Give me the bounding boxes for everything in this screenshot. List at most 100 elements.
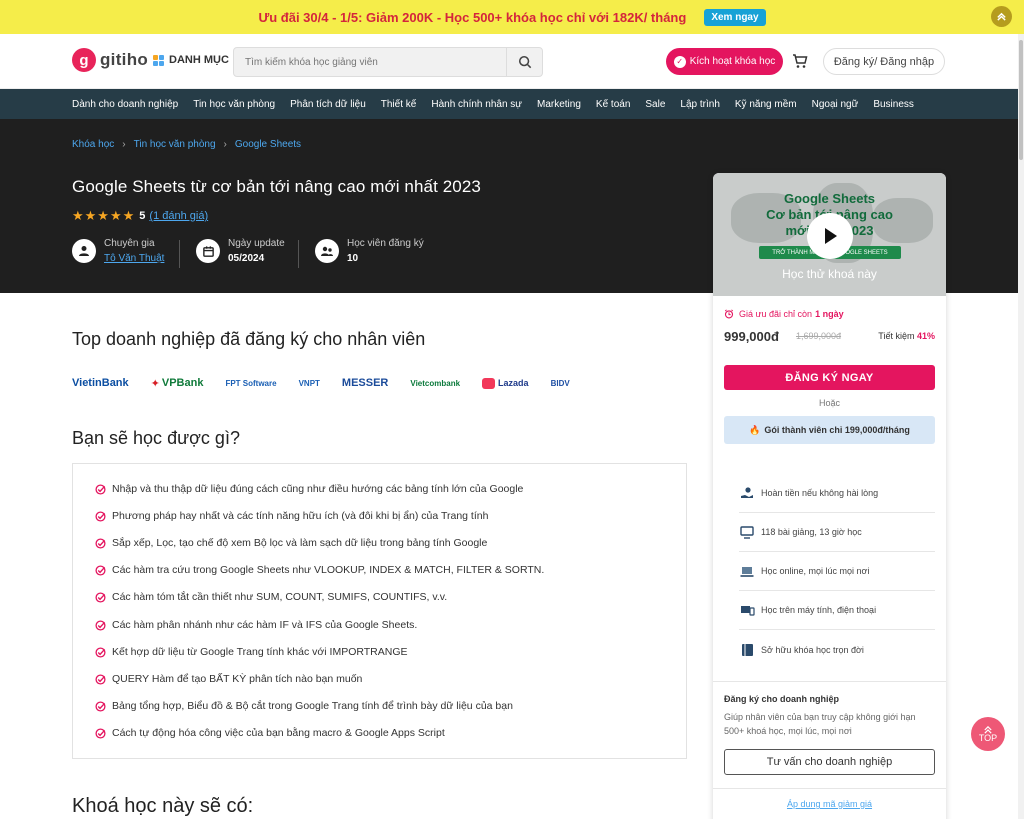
main-nav: Dành cho doanh nghiệp Tin học văn phòng … — [0, 89, 1024, 119]
nav-item-programming[interactable]: Lập trình — [680, 99, 719, 110]
search-box — [233, 47, 543, 77]
students-value: 10 — [347, 253, 359, 264]
nav-item-design[interactable]: Thiết kế — [381, 99, 417, 110]
business-title: Đăng ký cho doanh nghiệp — [724, 694, 840, 704]
rating-value: 5 — [139, 210, 146, 222]
list-item: Sắp xếp, Lọc, tạo chế độ xem Bộ lọc và l… — [95, 537, 487, 549]
logo-lazada-text: Lazada — [498, 378, 529, 388]
students-label: Học viên đăng ký — [347, 238, 424, 249]
benefit-online: Học online, mọi lúc mọi nơi — [739, 552, 935, 591]
category-menu[interactable]: DANH MỤC — [153, 54, 229, 66]
list-item: Kết hợp dữ liệu từ Google Trang tính khá… — [95, 646, 408, 658]
chevron-up-icon[interactable] — [991, 6, 1012, 27]
laptop-icon — [739, 565, 755, 578]
membership-button[interactable]: 🔥 Gói thành viên chỉ 199,000đ/tháng — [724, 416, 935, 444]
nav-item-softskills[interactable]: Kỹ năng mềm — [735, 99, 797, 110]
meta-students: Học viên đăng ký 10 — [315, 238, 424, 264]
benefit-refund: Hoàn tiền nếu không hài lòng — [739, 474, 935, 513]
apply-coupon-link[interactable]: Áp dụng mã giảm giá — [713, 799, 946, 809]
logo-vietinbank: VietinBank — [72, 377, 129, 389]
nav-item-languages[interactable]: Ngoại ngữ — [812, 99, 859, 110]
current-price: 999,000đ — [724, 329, 779, 344]
breadcrumb-sheets[interactable]: Google Sheets — [235, 139, 301, 150]
learn-item-text: Sắp xếp, Lọc, tạo chế độ xem Bộ lọc và l… — [112, 537, 488, 549]
alarm-icon — [724, 309, 734, 319]
deal-text: Giá ưu đãi chỉ còn — [739, 309, 813, 319]
lazada-heart-icon — [482, 377, 496, 389]
preview-title-1: Google Sheets — [783, 191, 876, 206]
list-item: QUERY Hàm để tạo BẤT KỲ phân tích nào bạ… — [95, 673, 362, 685]
logo-icon: g — [72, 48, 96, 72]
search-icon[interactable] — [506, 48, 542, 76]
benefit-lifetime: Sở hữu khóa học trọn đời — [739, 630, 935, 669]
nav-item-accounting[interactable]: Kế toán — [596, 99, 630, 110]
learn-item-text: Cách tự động hóa công việc của bạn bằng … — [112, 727, 445, 739]
logo-lazada: Lazada — [482, 377, 529, 389]
breadcrumb: Khóa học › Tin học văn phòng › Google Sh… — [72, 139, 301, 150]
check-circle-icon — [95, 673, 106, 685]
learn-item-text: Kết hợp dữ liệu từ Google Trang tính khá… — [112, 646, 408, 658]
scroll-top-button[interactable]: TOP — [971, 717, 1005, 751]
grid-icon — [153, 54, 164, 66]
nav-item-office[interactable]: Tin học văn phòng — [193, 99, 275, 110]
learn-item-text: Các hàm tra cứu trong Google Sheets như … — [112, 564, 545, 576]
check-circle-icon — [95, 727, 106, 739]
promo-text: Ưu đãi 30/4 - 1/5: Giảm 200K - Học 500+ … — [258, 9, 687, 25]
breadcrumb-office[interactable]: Tin học văn phòng — [134, 139, 216, 150]
update-label: Ngày update — [228, 238, 285, 249]
meta-divider — [179, 240, 180, 268]
students-icon — [315, 239, 339, 263]
deal-countdown: Giá ưu đãi chỉ còn 1 ngày — [724, 309, 844, 319]
logo-vpbank: ✦ VPBank — [151, 377, 204, 390]
calendar-icon — [196, 239, 220, 263]
scrollbar-thumb[interactable] — [1019, 40, 1023, 160]
list-item: Cách tự động hóa công việc của bạn bằng … — [95, 727, 445, 739]
expert-name-link[interactable]: Tô Văn Thuật — [104, 253, 164, 264]
play-icon[interactable] — [807, 213, 853, 259]
list-item: Nhập và thu thập dữ liệu đúng cách cũng … — [95, 483, 523, 495]
site-header: g gitiho DANH MỤC ✓ Kích hoạt khóa học Đ… — [0, 34, 1024, 89]
purchase-card: Google Sheets Cơ bản tới nâng cao mới nh… — [713, 173, 946, 819]
site-logo[interactable]: g gitiho — [72, 48, 148, 72]
breadcrumb-courses[interactable]: Khóa học — [72, 139, 114, 150]
fire-icon: 🔥 — [749, 424, 761, 435]
activate-label: Kích hoạt khóa học — [689, 56, 776, 67]
includes-heading: Khoá học này sẽ có: — [72, 795, 254, 817]
activate-course-button[interactable]: ✓ Kích hoạt khóa học — [666, 48, 783, 75]
chevron-right-icon: › — [223, 139, 227, 150]
check-icon: ✓ — [673, 55, 686, 68]
register-now-button[interactable]: ĐĂNG KÝ NGAY — [724, 365, 935, 390]
meta-update: Ngày update 05/2024 — [196, 238, 285, 264]
list-item: Các hàm tra cứu trong Google Sheets như … — [95, 564, 544, 576]
nav-item-marketing[interactable]: Marketing — [537, 99, 581, 110]
course-preview[interactable]: Google Sheets Cơ bản tới nâng cao mới nh… — [713, 173, 946, 296]
login-button[interactable]: Đăng ký/ Đăng nhập — [823, 48, 945, 75]
nav-item-business[interactable]: Business — [873, 99, 914, 110]
rating-count-link[interactable]: (1 đánh giá) — [149, 210, 208, 222]
membership-label: Gói thành viên chỉ 199,000đ/tháng — [764, 425, 910, 435]
meta-divider — [298, 240, 299, 268]
learn-heading: Bạn sẽ học được gì? — [72, 428, 240, 448]
nav-item-enterprise[interactable]: Dành cho doanh nghiệp — [72, 99, 178, 110]
benefit-lectures: 118 bài giảng, 13 giờ học — [739, 513, 935, 552]
benefit-text: Sở hữu khóa học trọn đời — [761, 644, 864, 655]
learn-item-text: Các hàm phân nhánh như các hàm IF và IFS… — [112, 619, 418, 631]
nav-item-hr[interactable]: Hành chính nhân sự — [431, 99, 522, 110]
scroll-top-label: TOP — [978, 732, 998, 743]
benefit-text: Học online, mọi lúc mọi nơi — [761, 566, 870, 576]
enterprise-heading: Top doanh nghiệp đã đăng ký cho nhân viê… — [72, 329, 426, 349]
logo-fpt: FPT Software — [225, 378, 277, 388]
learn-item-text: Bảng tổng hợp, Biểu đồ & Bộ cắt trong Go… — [112, 700, 513, 712]
preview-try-label[interactable]: Học thử khoá này — [713, 267, 946, 281]
business-consult-button[interactable]: Tư vấn cho doanh nghiệp — [724, 749, 935, 775]
check-circle-icon — [95, 591, 106, 603]
chevron-right-icon: › — [122, 139, 126, 150]
nav-item-data[interactable]: Phân tích dữ liệu — [290, 99, 366, 110]
search-input[interactable] — [234, 48, 506, 76]
promo-button[interactable]: Xem ngay — [704, 8, 766, 26]
benefit-text: 118 bài giảng, 13 giờ học — [761, 527, 862, 537]
nav-item-sale[interactable]: Sale — [645, 99, 665, 110]
check-circle-icon — [95, 564, 106, 576]
book-icon — [739, 643, 755, 657]
cart-icon[interactable] — [792, 53, 808, 74]
